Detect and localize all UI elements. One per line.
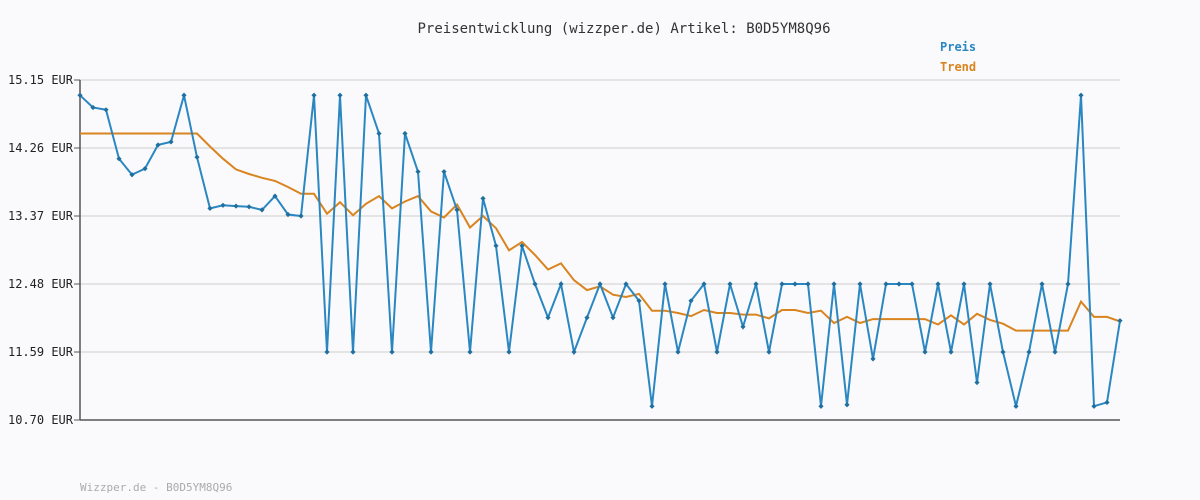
y-tick-label: 11.59 EUR xyxy=(8,345,74,359)
legend-trend: Trend xyxy=(940,60,976,74)
chart-title: Preisentwicklung (wizzper.de) Artikel: B… xyxy=(417,21,830,37)
y-tick-label: 13.37 EUR xyxy=(8,209,74,223)
y-tick-label: 12.48 EUR xyxy=(8,277,74,291)
chart-background xyxy=(0,0,1200,500)
price-chart: Preisentwicklung (wizzper.de) Artikel: B… xyxy=(0,0,1200,500)
y-tick-label: 15.15 EUR xyxy=(8,73,74,87)
y-tick-label: 10.70 EUR xyxy=(8,413,74,427)
footer-credit: Wizzper.de - B0D5YM8Q96 xyxy=(80,481,232,494)
legend-preis: Preis xyxy=(940,40,976,54)
y-tick-label: 14.26 EUR xyxy=(8,141,74,155)
